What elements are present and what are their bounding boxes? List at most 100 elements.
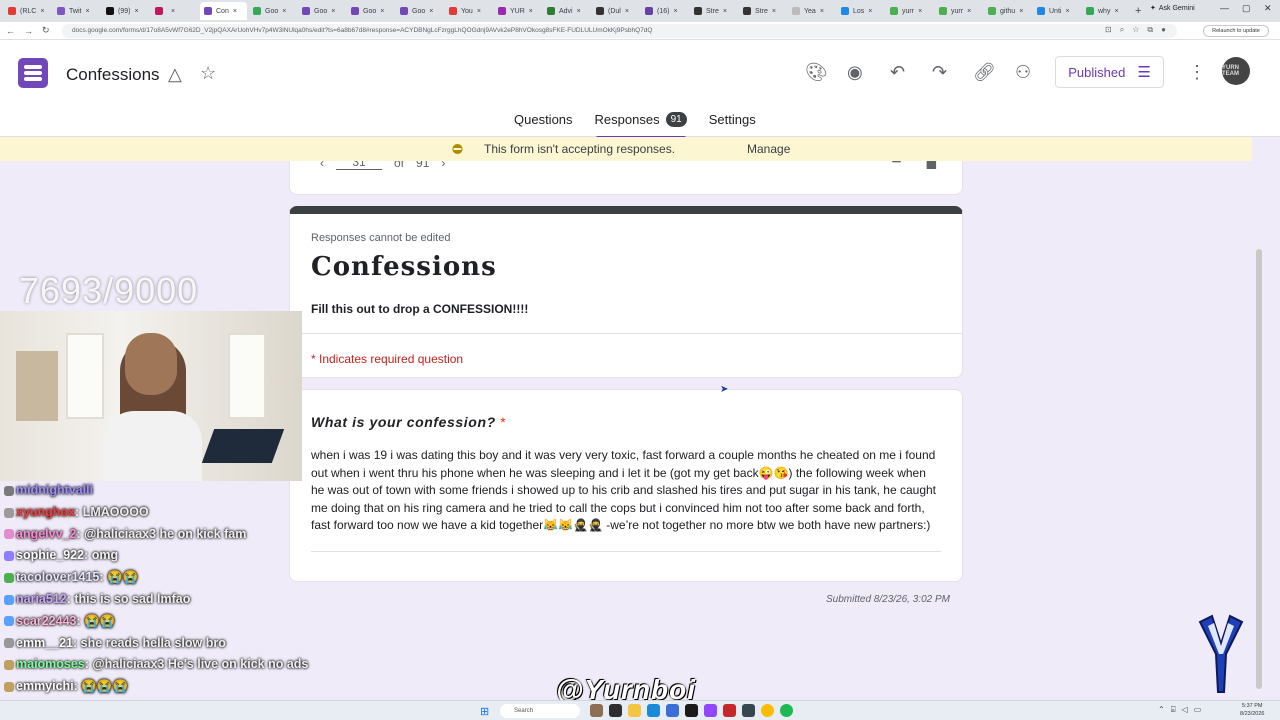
customize-theme-icon[interactable]: 🎨︎ [805,62,828,83]
tab-close-icon[interactable]: × [723,8,727,15]
tab-close-icon[interactable]: × [1114,8,1118,15]
windows-start-icon[interactable]: ⊞ [480,705,489,718]
redo-icon[interactable]: ↷ [932,62,947,83]
star-icon[interactable]: ☆ [200,63,216,84]
tab-close-icon[interactable]: × [171,8,175,15]
tab-close-icon[interactable]: × [1065,8,1069,15]
app-icon[interactable] [685,704,698,717]
tab-close-icon[interactable]: × [577,8,581,15]
browser-tab[interactable]: Con × [200,2,247,20]
app-icon[interactable] [609,704,622,717]
streamer-head [125,333,177,395]
tab-close-icon[interactable]: × [820,8,824,15]
browser-tab[interactable]: Twit × [53,2,100,20]
tray-network-icon[interactable]: ⌸ [1171,705,1176,715]
form-title[interactable]: Confessions [66,65,160,85]
tab-close-icon[interactable]: × [40,8,44,15]
tab-close-icon[interactable]: × [772,8,776,15]
relaunch-button[interactable]: Relaunch to update [1203,25,1269,37]
tab-questions[interactable]: Questions [514,112,573,131]
maximize-icon[interactable]: ▢ [1242,3,1251,14]
preview-eye-icon[interactable]: ◉ [847,62,863,83]
more-options-icon[interactable]: ⋮ [1188,62,1206,83]
edge-icon[interactable] [647,704,660,717]
tab-close-icon[interactable]: × [477,8,481,15]
manage-link[interactable]: Manage [747,142,790,156]
browser-tab[interactable]: × [151,2,198,20]
tab-close-icon[interactable]: × [331,8,335,15]
tab-close-icon[interactable]: × [918,8,922,15]
browser-tab[interactable]: Advi × [543,2,590,20]
published-button[interactable]: Published ☰ [1055,56,1164,88]
tray-volume-icon[interactable]: ◁ [1182,705,1188,715]
tab-close-icon[interactable]: × [429,8,433,15]
ask-gemini-button[interactable]: ✦ Ask Gemini [1150,4,1195,13]
tab-close-icon[interactable]: × [380,8,384,15]
add-collaborator-icon[interactable]: ⚇ [1015,62,1031,83]
undo-icon[interactable]: ↶ [890,62,905,83]
browser-tab[interactable]: Stre × [690,2,737,20]
browser-tab[interactable]: Los × [837,2,884,20]
browser-tab[interactable]: yurr × [935,2,982,20]
translate-icon[interactable]: ⊡ [1105,25,1112,35]
url-input[interactable]: docs.google.com/forms/d/17o8A5vWf7G62D_V… [62,24,1177,38]
taskbar-search[interactable]: Search [500,704,580,718]
scrollbar[interactable] [1256,249,1262,689]
forward-icon[interactable]: → [24,26,36,36]
close-window-icon[interactable]: ✕ [1264,3,1272,14]
profile-icon[interactable]: ● [1161,25,1166,35]
avatar[interactable]: YURN TEAM [1222,57,1250,85]
tab-settings[interactable]: Settings [709,112,756,131]
tab-close-icon[interactable]: × [967,8,971,15]
google-forms-logo-icon[interactable] [18,58,48,88]
browser-tab[interactable]: githu × [984,2,1031,20]
bookmark-star-icon[interactable]: ☆ [1132,25,1139,35]
app-icon[interactable] [590,704,603,717]
app-icon[interactable] [742,704,755,717]
browser-tab[interactable]: Goo × [298,2,345,20]
chrome-icon[interactable] [761,704,774,717]
file-explorer-icon[interactable] [628,704,641,717]
tray-battery-icon[interactable]: ▭ [1194,705,1202,715]
extensions-icon[interactable]: ⧉ [1147,25,1153,35]
browser-tab[interactable]: Stre × [739,2,786,20]
tray-chevron-icon[interactable]: ⌃ [1158,705,1165,715]
browser-tab[interactable]: Yea × [788,2,835,20]
browser-tab[interactable]: Goo × [347,2,394,20]
app-icon[interactable] [704,704,717,717]
tab-close-icon[interactable]: × [85,8,89,15]
tab-favicon-icon [498,7,506,15]
app-icon[interactable] [723,704,736,717]
browser-tab[interactable]: (16) × [641,2,688,20]
link-icon[interactable]: 🔗︎ [973,62,996,83]
browser-tab[interactable]: Unti × [1033,2,1080,20]
spotify-icon[interactable] [780,704,793,717]
reload-icon[interactable]: ↻ [42,25,54,36]
tab-close-icon[interactable]: × [529,8,533,15]
new-tab-button[interactable]: + [1135,5,1147,17]
tab-close-icon[interactable]: × [134,8,138,15]
app-icon[interactable] [666,704,679,717]
zoom-icon[interactable]: ⌕ [1120,25,1124,35]
tab-close-icon[interactable]: × [673,8,677,15]
tab-responses[interactable]: Responses 91 [594,112,687,139]
browser-tab[interactable]: why × [1082,2,1129,20]
tab-close-icon[interactable]: × [868,8,872,15]
tab-close-icon[interactable]: × [1019,8,1023,15]
taskbar-clock[interactable]: 5:37 PM 8/23/2026 [1240,702,1264,718]
browser-tab[interactable]: yurr × [886,2,933,20]
tab-close-icon[interactable]: × [625,8,629,15]
minimize-icon[interactable]: — [1220,3,1229,13]
browser-tab[interactable]: You × [445,2,492,20]
browser-tab[interactable]: YUR × [494,2,541,20]
tab-close-icon[interactable]: × [233,8,237,15]
browser-tab[interactable]: (Dul × [592,2,639,20]
browser-tab[interactable]: Goo × [396,2,443,20]
back-icon[interactable]: ← [6,26,18,36]
browser-tab[interactable]: (RLC × [4,2,51,20]
chat-username: naria512 [16,591,67,606]
browser-tab[interactable]: (99) × [102,2,149,20]
move-to-folder-icon[interactable]: △ [168,64,182,85]
browser-tab[interactable]: Goo × [249,2,296,20]
tab-close-icon[interactable]: × [282,8,286,15]
